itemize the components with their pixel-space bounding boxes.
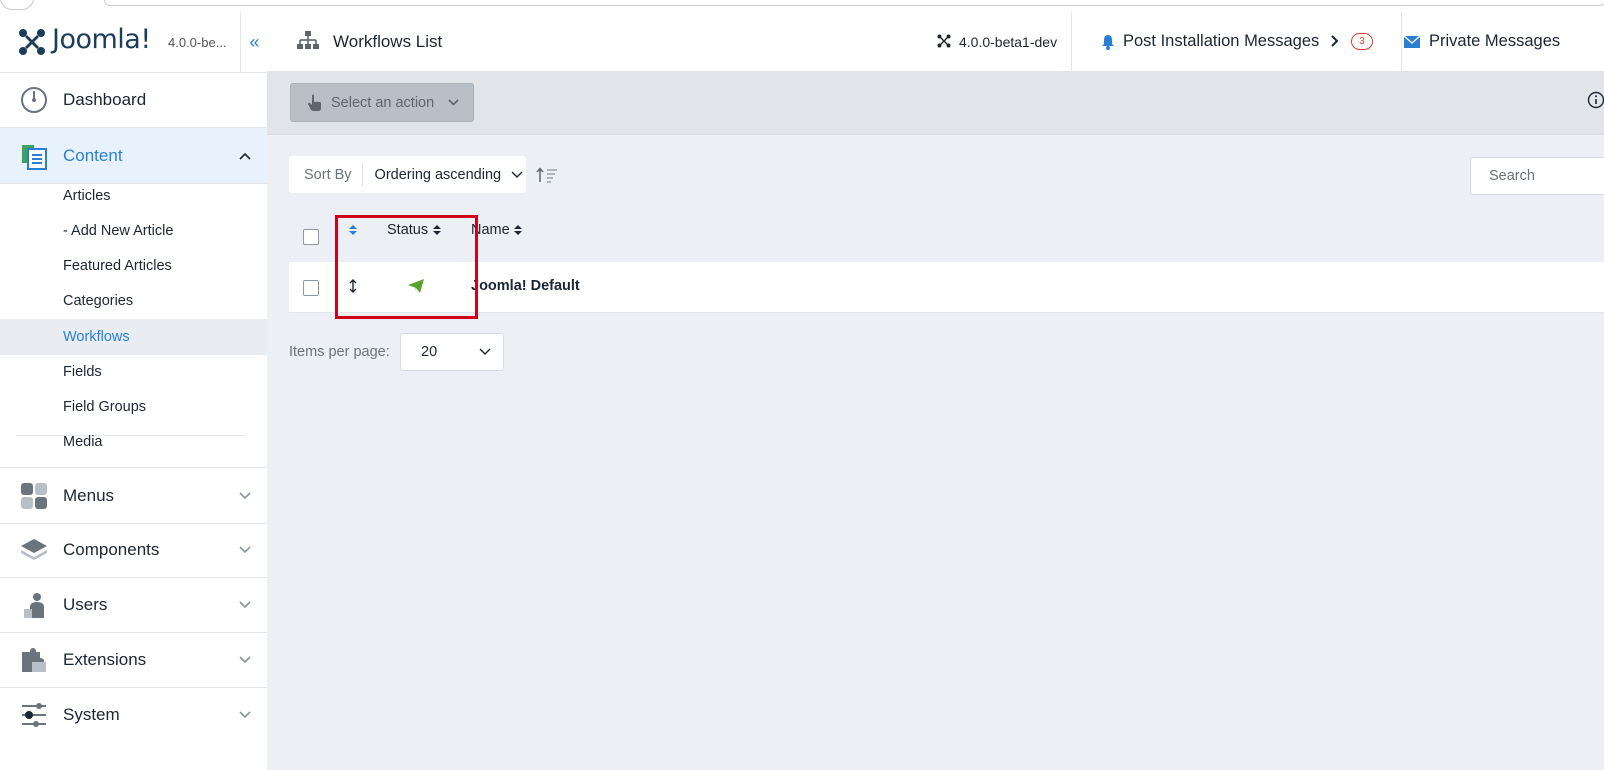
chevron-up-icon (239, 149, 251, 163)
chevron-down-icon (239, 489, 251, 503)
browser-address-bar[interactable] (104, 0, 1604, 6)
sidebar-item-label: Users (63, 594, 108, 614)
sidebar-item-label: Extensions (63, 649, 147, 669)
chevron-down-icon (448, 97, 459, 109)
menus-icon (20, 482, 48, 510)
post-install-label: Post Installation Messages (1123, 32, 1320, 50)
divider (361, 162, 363, 187)
sidebar-subitem-featured-articles[interactable]: Featured Articles (0, 248, 267, 284)
subitem-label: Fields (63, 364, 102, 380)
name-sort-icon[interactable] (514, 224, 522, 236)
private-messages-label: Private Messages (1429, 32, 1561, 50)
pointer-hand-icon (308, 94, 321, 111)
sort-direction-icon[interactable] (536, 167, 560, 183)
items-per-page-label: Items per page: (289, 344, 390, 360)
brand: Joomla! 4.0.0-be... (0, 12, 240, 73)
users-icon (20, 591, 48, 619)
header: Workflows List 4.0.0-beta1-dev Post Inst… (267, 12, 1604, 72)
subitem-label: Workflows (63, 329, 130, 345)
version-label: 4.0.0-beta1-dev (959, 33, 1058, 50)
post-installation-messages-button[interactable]: Post Installation Messages 3 (1071, 12, 1402, 71)
highlight-box (335, 215, 478, 319)
chevron-right-icon (1331, 31, 1339, 52)
chevron-down-icon (239, 543, 251, 557)
chevron-down-icon (239, 653, 251, 667)
main-content: Select an action Sort By Ordering ascend… (267, 71, 1604, 770)
select-all-checkbox[interactable] (303, 229, 319, 245)
select-action-button[interactable]: Select an action (290, 83, 474, 122)
sidebar-item-content[interactable]: Content (0, 128, 267, 184)
table-row: Joomla! Default (289, 262, 1604, 313)
workflow-name-link[interactable]: Joomla! Default (471, 278, 580, 294)
browser-back-button[interactable] (0, 0, 34, 10)
brand-version: 4.0.0-be... (168, 35, 227, 50)
chevron-down-icon (239, 598, 251, 612)
subitem-label: Categories (63, 293, 134, 309)
items-per-page-value: 20 (421, 344, 438, 360)
sidebar-subitem-media[interactable]: Media (0, 424, 267, 460)
envelope-icon (1404, 35, 1420, 48)
sidebar-item-menus[interactable]: Menus (0, 467, 267, 524)
joomla-logo-icon (19, 29, 45, 55)
sidebar-item-label: Menus (63, 485, 115, 505)
sidebar: Joomla! 4.0.0-be... « Dashboard Content … (0, 12, 268, 770)
chevron-down-icon (511, 168, 523, 182)
chevron-down-icon (239, 708, 251, 722)
sort-by-select[interactable]: Sort By Ordering ascending (289, 156, 526, 193)
sidebar-subitem-add-new-article[interactable]: - Add New Article (0, 213, 267, 249)
sidebar-subitem-fields[interactable]: Fields (0, 354, 267, 390)
subitem-label: Media (63, 434, 103, 450)
subitem-label: Articles (63, 188, 111, 204)
header-version[interactable]: 4.0.0-beta1-dev (937, 12, 1072, 71)
sort-by-label: Sort By (304, 166, 352, 183)
bell-icon (1102, 34, 1114, 50)
extensions-icon (20, 646, 48, 674)
sidebar-subitem-workflows[interactable]: Workflows (0, 319, 267, 355)
page-title: Workflows List (333, 32, 443, 51)
joomla-icon (937, 34, 951, 48)
action-label: Select an action (331, 94, 435, 111)
post-install-count-badge: 3 (1351, 33, 1373, 50)
sidebar-subitem-articles[interactable]: Articles (0, 178, 267, 214)
sidebar-item-label: Components (63, 539, 160, 559)
brand-name: Joomla! (52, 24, 151, 55)
dashboard-icon (20, 86, 48, 114)
sidebar-item-label: Dashboard (63, 89, 147, 109)
sidebar-item-system[interactable]: System (0, 687, 267, 742)
sitemap-icon (297, 31, 319, 49)
table-header: Status Name (289, 211, 1604, 261)
sidebar-subitem-categories[interactable]: Categories (0, 283, 267, 319)
subitem-label: - Add New Article (63, 223, 174, 239)
sidebar-item-users[interactable]: Users (0, 577, 267, 633)
sidebar-item-dashboard[interactable]: Dashboard (0, 72, 267, 128)
sidebar-collapse-button[interactable]: « (240, 12, 268, 73)
items-per-page-select[interactable]: 20 (400, 333, 504, 371)
search-field[interactable] (1470, 157, 1604, 195)
components-icon (20, 536, 48, 564)
chevron-down-icon (479, 345, 491, 359)
subitem-label: Field Groups (63, 399, 147, 415)
sort-by-value: Ordering ascending (374, 166, 502, 183)
sidebar-item-components[interactable]: Components (0, 522, 267, 578)
sidebar-item-label: System (63, 704, 120, 724)
row-checkbox[interactable] (303, 280, 319, 296)
content-icon (20, 142, 48, 170)
search-input[interactable] (1487, 167, 1601, 185)
toolbar: Select an action (267, 71, 1604, 135)
sidebar-item-extensions[interactable]: Extensions (0, 632, 267, 688)
sidebar-item-label: Content (63, 145, 123, 165)
subitem-label: Featured Articles (63, 258, 172, 274)
private-messages-button[interactable]: Private Messages (1403, 12, 1604, 71)
sidebar-subitem-field-groups[interactable]: Field Groups (0, 389, 267, 425)
info-icon[interactable] (1587, 91, 1604, 109)
system-icon (20, 701, 48, 729)
